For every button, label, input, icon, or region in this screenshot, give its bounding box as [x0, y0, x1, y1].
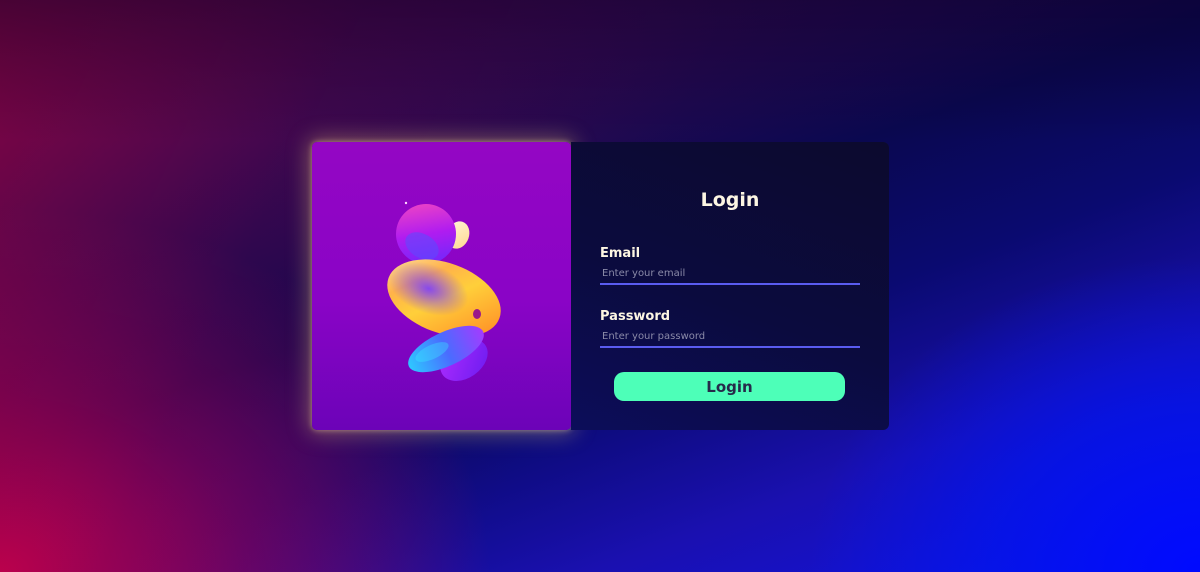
form-title: Login — [700, 189, 760, 211]
login-form: Login Email Password Login — [571, 142, 889, 430]
illustration-panel — [312, 142, 571, 430]
email-label: Email — [600, 246, 641, 261]
email-field[interactable] — [600, 263, 860, 285]
password-label: Password — [600, 309, 671, 324]
password-field[interactable] — [600, 326, 860, 348]
login-card: Login Email Password Login — [312, 142, 889, 430]
abstract-3d-shapes-image — [387, 201, 501, 381]
login-button[interactable]: Login — [614, 372, 845, 401]
